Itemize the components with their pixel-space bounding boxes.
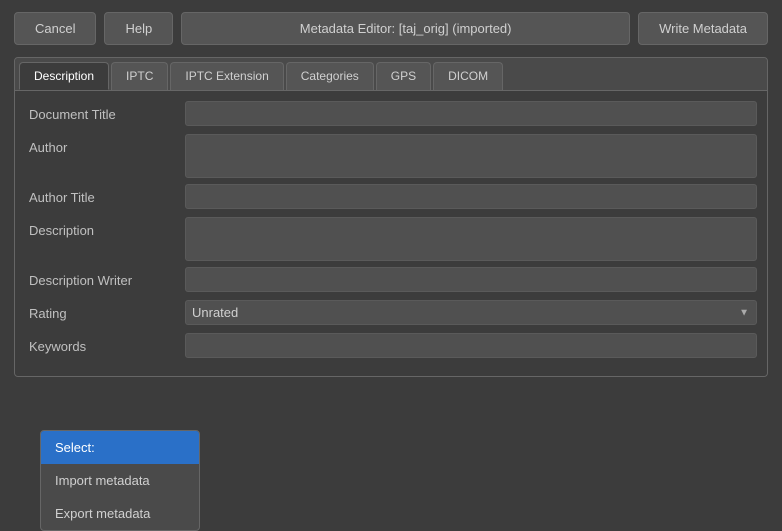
description-row: Description [25,217,757,261]
author-label: Author [25,134,185,161]
keywords-row: Keywords [25,333,757,360]
dropdown-export-item[interactable]: Export metadata [41,497,199,530]
write-metadata-button[interactable]: Write Metadata [638,12,768,45]
tab-description[interactable]: Description [19,62,109,90]
dropdown-menu: Select: Import metadata Export metadata [40,430,200,531]
description-writer-input[interactable] [185,267,757,292]
tab-iptc-extension[interactable]: IPTC Extension [170,62,283,90]
description-input[interactable] [185,217,757,261]
tab-iptc[interactable]: IPTC [111,62,168,90]
rating-label: Rating [25,300,185,327]
window-title: Metadata Editor: [taj_orig] (imported) [181,12,630,45]
rating-select[interactable]: Unrated 1 2 3 4 5 [185,300,757,325]
description-writer-row: Description Writer [25,267,757,294]
description-writer-label: Description Writer [25,267,185,294]
rating-select-wrap: Unrated 1 2 3 4 5 ▼ [185,300,757,325]
document-title-row: Document Title [25,101,757,128]
keywords-label: Keywords [25,333,185,360]
main-panel: Description IPTC IPTC Extension Categori… [14,57,768,377]
tab-dicom[interactable]: DICOM [433,62,503,90]
document-title-label: Document Title [25,101,185,128]
author-title-input[interactable] [185,184,757,209]
help-button[interactable]: Help [104,12,173,45]
form-area: Document Title Author Author Title Descr… [15,91,767,376]
keywords-input[interactable] [185,333,757,358]
rating-row: Rating Unrated 1 2 3 4 5 ▼ [25,300,757,327]
author-title-label: Author Title [25,184,185,211]
dropdown-import-item[interactable]: Import metadata [41,464,199,497]
cancel-button[interactable]: Cancel [14,12,96,45]
author-row: Author [25,134,757,178]
tab-categories[interactable]: Categories [286,62,374,90]
dropdown-select-item[interactable]: Select: [41,431,199,464]
author-title-row: Author Title [25,184,757,211]
document-title-input[interactable] [185,101,757,126]
tab-bar: Description IPTC IPTC Extension Categori… [15,58,767,91]
description-label: Description [25,217,185,244]
tab-gps[interactable]: GPS [376,62,431,90]
author-input[interactable] [185,134,757,178]
top-bar: Cancel Help Metadata Editor: [taj_orig] … [0,0,782,57]
